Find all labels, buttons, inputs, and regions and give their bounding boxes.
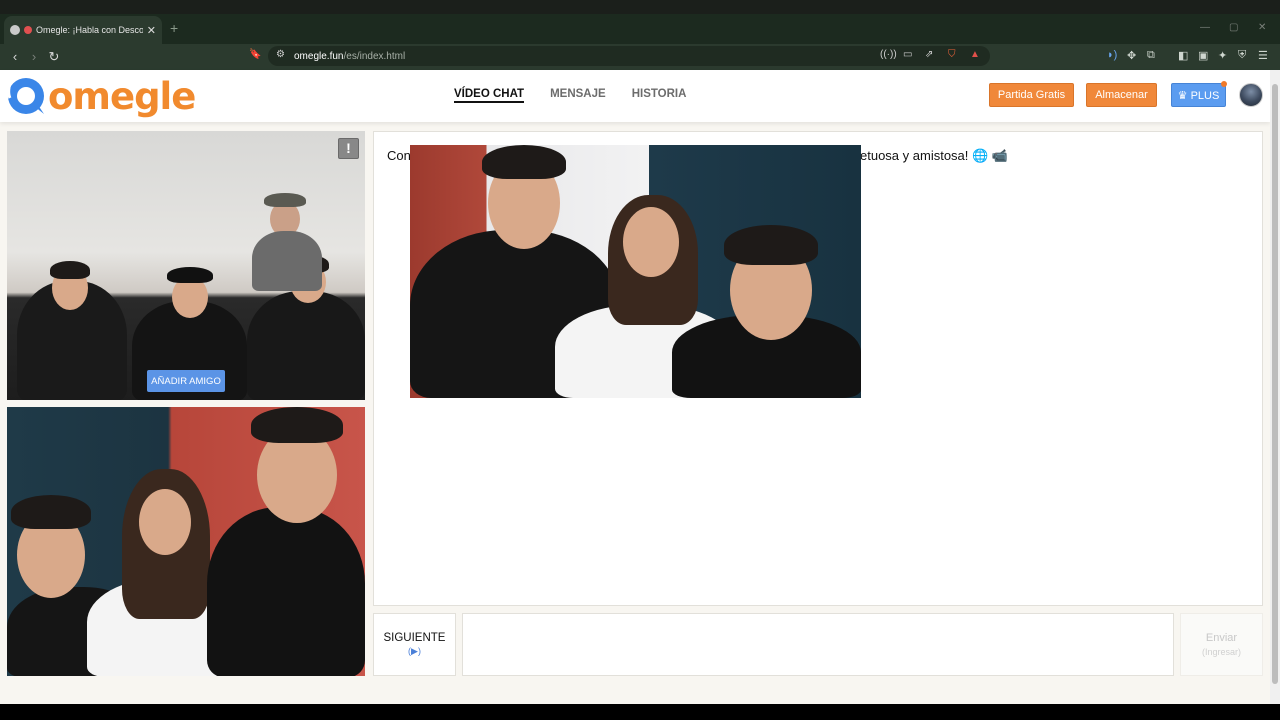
add-friend-button[interactable]: AÑADIR AMIGO (147, 370, 225, 392)
notification-dot (1221, 81, 1227, 87)
nav-history[interactable]: HISTORIA (632, 88, 687, 103)
tab-strip (0, 14, 1280, 44)
leo-ai-icon[interactable]: ✦ (1218, 49, 1227, 62)
vpn-icon[interactable]: ⛨ (1238, 49, 1246, 62)
chat-message: etuosa y amistosa! 🌐 📹 (860, 148, 1008, 163)
omegle-logo[interactable]: omegle (6, 74, 196, 118)
person-figure (207, 507, 365, 676)
bookmark-icon[interactable]: 🔖 (249, 49, 261, 60)
message-input[interactable] (462, 613, 1174, 676)
new-tab-button[interactable]: + (170, 20, 178, 36)
logo-text: omegle (48, 74, 196, 118)
page-content: omegle VÍDEO CHAT MENSAJE HISTORIA Parti… (0, 70, 1270, 704)
next-button[interactable]: SIGUIENTE (▶) (373, 613, 456, 676)
back-icon[interactable]: ‹ (6, 48, 24, 66)
chat-message: Con (387, 148, 411, 163)
cast-icon[interactable]: ▭ (903, 49, 912, 60)
extensions-icon[interactable]: ✥ (1127, 49, 1136, 62)
share-icon[interactable]: ⇗ (925, 49, 933, 60)
page-scrollbar[interactable] (1270, 70, 1280, 704)
person-hair (251, 407, 343, 443)
next-hint: (▶) (408, 646, 421, 656)
minimize-icon[interactable]: — (1200, 22, 1210, 33)
plus-label: ♛ PLUS (1177, 89, 1220, 102)
stranger-video (7, 131, 365, 400)
send-hint: (Ingresar) (1201, 647, 1241, 657)
person-figure (252, 231, 322, 291)
report-button[interactable]: ! (338, 138, 359, 159)
recording-indicator-icon (24, 26, 32, 34)
send-label: Enviar (1205, 632, 1238, 644)
person-hair (50, 261, 90, 279)
sidebar-icon[interactable]: ◧ (1178, 49, 1188, 62)
brave-shields-icon[interactable]: ⛉ (948, 49, 956, 60)
reload-icon[interactable]: ↻ (45, 48, 63, 66)
person-hair (724, 225, 818, 265)
window-close-icon[interactable]: ✕ (1258, 22, 1266, 33)
store-button[interactable]: Almacenar (1086, 83, 1157, 107)
person-face (623, 207, 679, 277)
brave-rewards-icon[interactable]: ▲ (970, 49, 980, 60)
tab-close-icon[interactable]: ✕ (147, 24, 156, 37)
person-figure (247, 291, 365, 400)
site-favicon-icon (10, 25, 20, 35)
scrollbar-thumb[interactable] (1272, 84, 1278, 684)
nav-video-chat[interactable]: VÍDEO CHAT (454, 88, 525, 103)
site-info-icon[interactable]: ⚙ (276, 49, 285, 60)
bottom-bar (0, 704, 1280, 720)
person-hat (264, 193, 306, 207)
person-face (139, 489, 191, 555)
plus-button[interactable]: ♛ PLUS (1171, 81, 1227, 107)
menu-icon[interactable]: ☰ (1258, 49, 1268, 62)
audio-icon[interactable]: ◗) (1107, 49, 1117, 61)
self-video (7, 407, 365, 676)
person-cap (167, 267, 213, 283)
person-hair (11, 495, 91, 529)
video-popup (410, 145, 861, 398)
url-path: /es/index.html (343, 50, 406, 62)
broadcast-icon[interactable]: ((·)) (880, 49, 897, 60)
next-label: SIGUIENTE (383, 632, 446, 644)
main-nav: VÍDEO CHAT MENSAJE HISTORIA (454, 88, 686, 103)
url-host: omegle.fun (294, 50, 344, 62)
avatar[interactable] (1239, 83, 1263, 107)
free-game-button[interactable]: Partida Gratis (989, 83, 1074, 107)
person-hair (482, 145, 566, 179)
maximize-icon[interactable]: ▢ (1229, 22, 1238, 33)
wallet-icon[interactable]: ▣ (1198, 49, 1208, 62)
site-header: omegle VÍDEO CHAT MENSAJE HISTORIA Parti… (0, 70, 1270, 122)
tab-title: Omegle: ¡Habla con Descono (36, 25, 143, 35)
tabs-icon[interactable]: ⧉ (1147, 49, 1155, 62)
omegle-logo-icon (7, 78, 44, 114)
browser-tab[interactable]: Omegle: ¡Habla con Descono ✕ (4, 16, 162, 44)
forward-icon[interactable]: › (25, 48, 43, 66)
nav-message[interactable]: MENSAJE (550, 88, 606, 103)
send-button[interactable]: Enviar (Ingresar) (1180, 613, 1263, 676)
